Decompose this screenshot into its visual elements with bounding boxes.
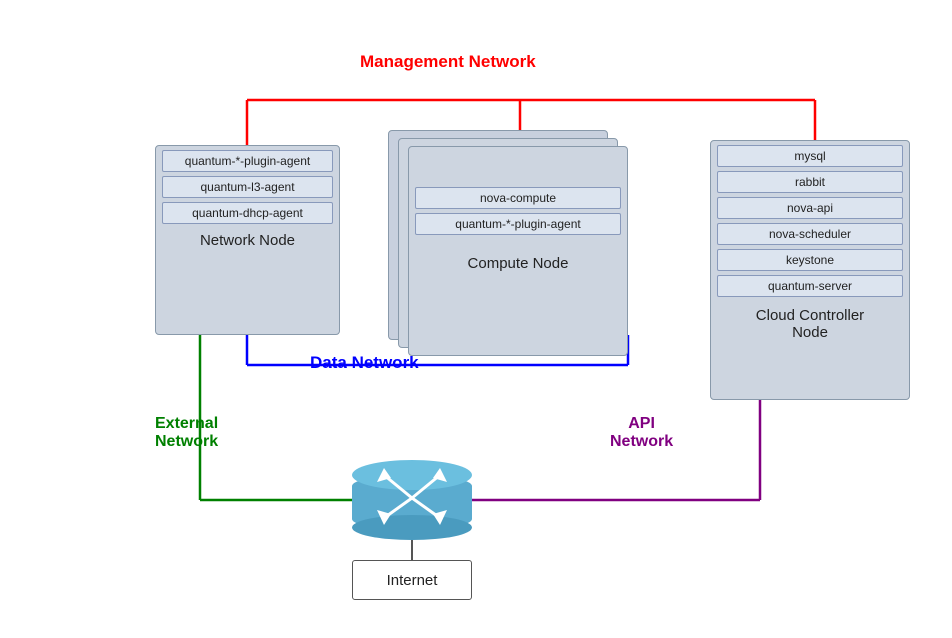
service-keystone: keystone (717, 249, 903, 271)
service-nova-api: nova-api (717, 197, 903, 219)
service-mysql: mysql (717, 145, 903, 167)
network-node-label: Network Node (156, 232, 339, 249)
service-quantum-server: quantum-server (717, 275, 903, 297)
cloud-controller-node-label: Cloud Controller Node (711, 307, 909, 341)
service-nova-compute: nova-compute (415, 187, 621, 209)
compute-node-label: Compute Node (409, 255, 627, 272)
service-quantum-l3: quantum-l3-agent (162, 176, 333, 198)
api-network-label: APINetwork (610, 415, 673, 451)
network-node-box: quantum-*-plugin-agent quantum-l3-agent … (155, 145, 340, 335)
service-quantum-dhcp: quantum-dhcp-agent (162, 202, 333, 224)
network-diagram: Management Network quantum-*-plugin-agen… (0, 0, 952, 638)
external-network-label: ExternalNetwork (155, 415, 218, 451)
service-rabbit: rabbit (717, 171, 903, 193)
compute-node-box: nova-compute quantum-*-plugin-agent Comp… (408, 146, 628, 356)
service-nova-scheduler: nova-scheduler (717, 223, 903, 245)
data-network-label: Data Network (310, 353, 419, 373)
router-icon (352, 460, 472, 540)
internet-box: Internet (352, 560, 472, 600)
cloud-controller-node-box: mysql rabbit nova-api nova-scheduler key… (710, 140, 910, 400)
service-compute-quantum-plugin: quantum-*-plugin-agent (415, 213, 621, 235)
service-quantum-plugin-agent: quantum-*-plugin-agent (162, 150, 333, 172)
management-network-label: Management Network (360, 52, 536, 72)
